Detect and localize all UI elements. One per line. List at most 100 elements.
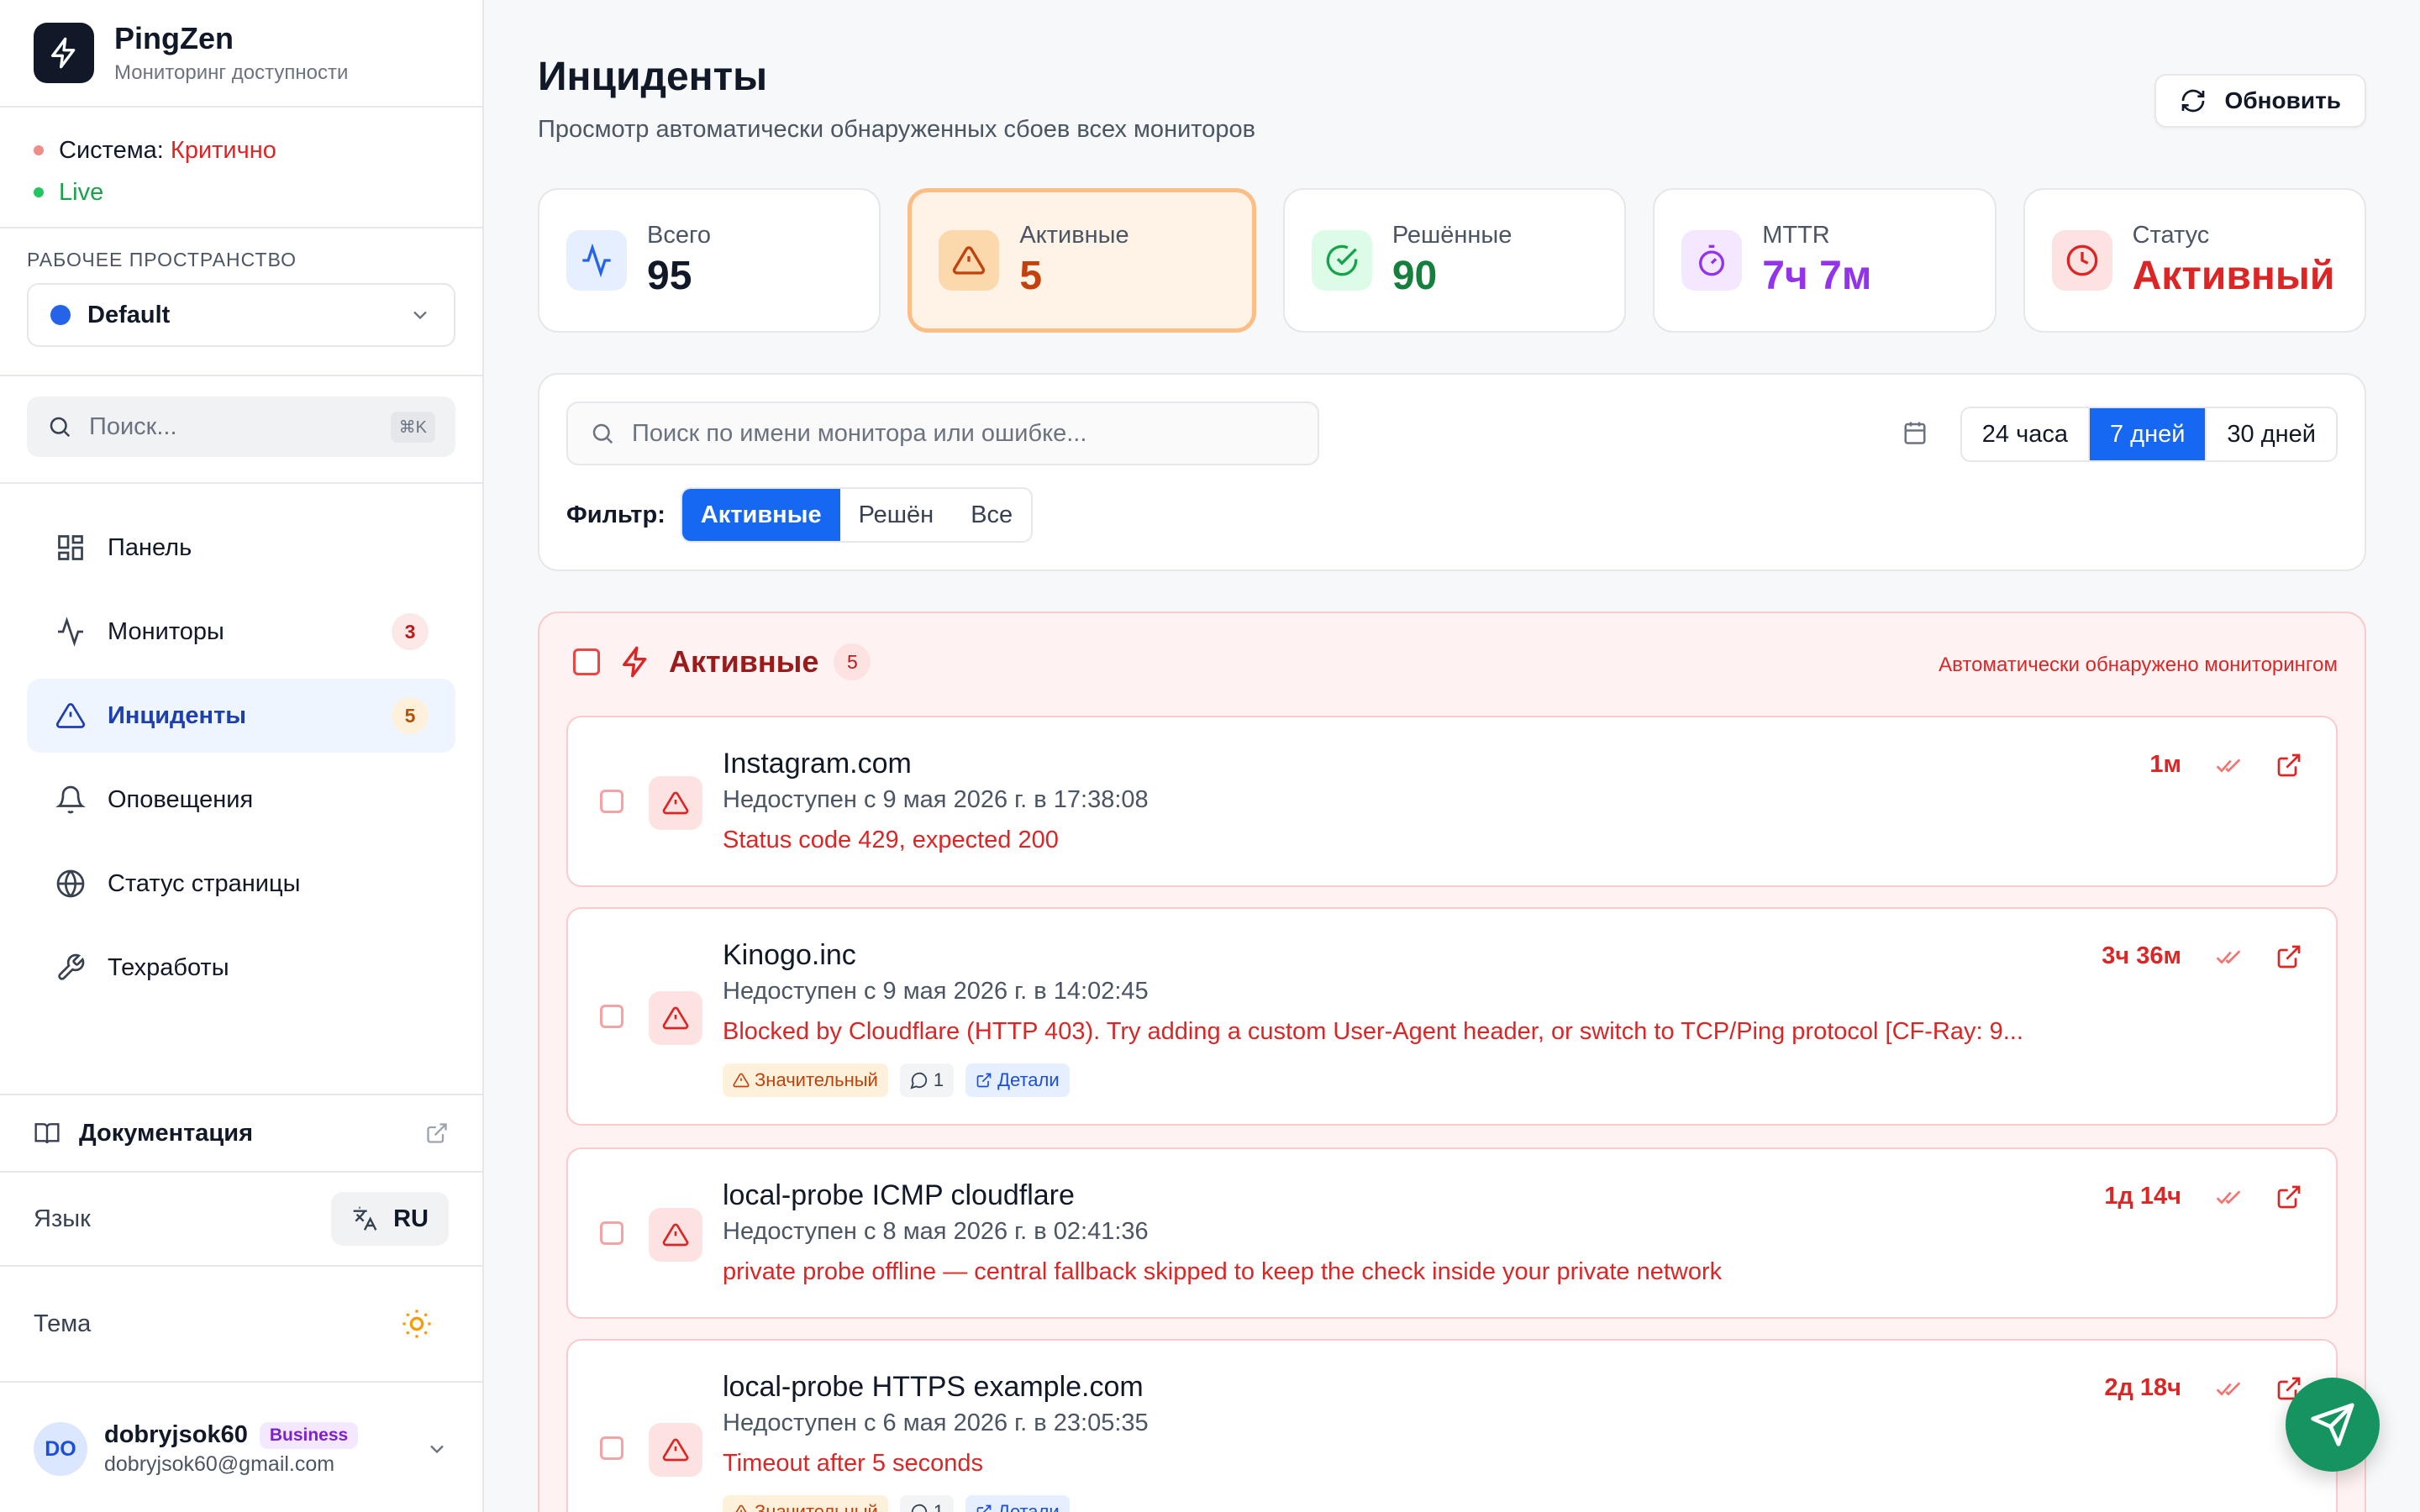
double-check-icon[interactable]: [2215, 752, 2242, 779]
incident-monitor-name: local-probe HTTPS example.com: [723, 1371, 1144, 1403]
incident-since: Недоступен с 6 мая 2026 г. в 23:05:35: [723, 1410, 1149, 1436]
incident-checkbox[interactable]: [600, 1436, 623, 1460]
details-link[interactable]: Детали: [965, 1063, 1070, 1097]
time-range-selector: 24 часа 7 дней 30 дней: [1960, 407, 2338, 462]
dashboard-icon: [54, 531, 87, 564]
globe-icon: [54, 867, 87, 900]
sun-icon[interactable]: [400, 1307, 434, 1341]
double-check-icon[interactable]: [2215, 1375, 2242, 1402]
bolt-icon: [623, 646, 647, 678]
double-check-icon[interactable]: [2215, 943, 2242, 970]
nav-item-dashboard[interactable]: Панель: [27, 511, 455, 585]
docs-link[interactable]: Документация: [0, 1094, 482, 1171]
monitors-count-badge: 3: [392, 613, 429, 650]
comment-icon: [911, 1504, 927, 1512]
group-note: Автоматически обнаружено мониторингом: [1939, 654, 2338, 676]
incident-search-input[interactable]: Поиск по имени монитора или ошибке...: [566, 402, 1319, 465]
external-link-icon: [427, 1123, 447, 1143]
external-link-icon[interactable]: [2275, 943, 2302, 970]
incident-card[interactable]: local-probe HTTPS example.com Недоступен…: [566, 1339, 2338, 1512]
nav-label: Панель: [108, 533, 192, 561]
nav-item-maintenance[interactable]: Техработы: [27, 931, 455, 1005]
stat-label: Активные: [1019, 222, 1129, 249]
incident-error: Blocked by Cloudflare (HTTP 403). Try ad…: [723, 1018, 2023, 1045]
translate-icon: [353, 1206, 377, 1231]
bolt-icon: [34, 23, 94, 83]
clock-icon: [2051, 230, 2112, 291]
incident-card[interactable]: Instagram.com Недоступен с 9 мая 2026 г.…: [566, 716, 2338, 887]
page-subtitle: Просмотр автоматически обнаруженных сбое…: [538, 116, 1256, 143]
brand[interactable]: PingZen Мониторинг доступности: [0, 0, 482, 108]
live-dot-icon: [34, 187, 44, 197]
incident-checkbox[interactable]: [600, 790, 623, 813]
severity-label: Значительный: [755, 1501, 878, 1512]
plan-badge: Business: [259, 1421, 359, 1449]
workspace-select[interactable]: Default: [27, 283, 455, 347]
user-menu[interactable]: DO dobryjsok60 Business dobryjsok60@gmai…: [0, 1381, 482, 1512]
range-30d[interactable]: 30 дней: [2205, 408, 2336, 460]
incidents-count-badge: 5: [392, 697, 429, 734]
comments-count: 1: [933, 1501, 944, 1512]
incident-card[interactable]: local-probe ICMP cloudflare Недоступен с…: [566, 1147, 2338, 1319]
timer-icon: [1681, 230, 1743, 291]
filter-active[interactable]: Активные: [681, 489, 840, 541]
workspace-value: Default: [87, 301, 171, 328]
filters-panel: Поиск по имени монитора или ошибке... 24…: [538, 373, 2366, 571]
comments-badge[interactable]: 1: [899, 1063, 955, 1097]
workspace-label: РАБОЧЕЕ ПРОСТРАНСТВО: [27, 249, 297, 270]
incident-checkbox[interactable]: [600, 1221, 623, 1245]
select-all-checkbox[interactable]: [573, 648, 600, 675]
warning-icon: [649, 1423, 702, 1477]
incident-actions: 1м: [2149, 751, 2302, 779]
language-label: Язык: [34, 1205, 91, 1232]
stat-card-active[interactable]: Активные 5: [908, 188, 1256, 333]
language-button[interactable]: RU: [331, 1192, 449, 1246]
details-label: Детали: [997, 1501, 1060, 1512]
telegram-chat-button[interactable]: [2286, 1378, 2380, 1472]
range-24h[interactable]: 24 часа: [1962, 408, 2088, 460]
incident-actions: 2д 18ч: [2104, 1374, 2302, 1402]
search-icon: [50, 417, 71, 438]
external-link-icon[interactable]: [2275, 752, 2302, 779]
sidebar-search-placeholder: Поиск...: [89, 412, 177, 440]
incident-card[interactable]: Kinogo.inc Недоступен с 9 мая 2026 г. в …: [566, 907, 2338, 1126]
incident-checkbox[interactable]: [600, 1005, 623, 1028]
external-link-icon[interactable]: [2275, 1184, 2302, 1210]
stat-card-resolved: Решённые 90: [1282, 188, 1627, 333]
user-name: dobryjsok60: [104, 1421, 248, 1448]
refresh-button[interactable]: Обновить: [2154, 74, 2366, 128]
nav-label: Техработы: [108, 953, 229, 981]
group-count-badge: 5: [834, 643, 871, 680]
main-content: Инциденты Просмотр автоматически обнаруж…: [484, 0, 2420, 1512]
nav-item-incidents[interactable]: Инциденты 5: [27, 679, 455, 753]
status-dot-icon: [34, 145, 44, 155]
nav-item-alerts[interactable]: Оповещения: [27, 763, 455, 837]
avatar: DO: [34, 1422, 87, 1476]
details-link[interactable]: Детали: [965, 1495, 1070, 1512]
comments-badge[interactable]: 1: [899, 1495, 955, 1512]
incident-tags: Значительный 1 Детали: [723, 1495, 1070, 1512]
sidebar-search-input[interactable]: Поиск... ⌘K: [27, 396, 455, 457]
activity-icon: [566, 230, 627, 291]
double-check-icon[interactable]: [2215, 1184, 2242, 1210]
incident-since: Недоступен с 9 мая 2026 г. в 17:38:08: [723, 786, 1149, 813]
nav-label: Оповещения: [108, 785, 254, 813]
stat-value: 95: [647, 254, 692, 298]
sidebar-footer: Документация Язык RU Тема DO dobryjsok60…: [0, 1094, 482, 1512]
severity-badge: Значительный: [723, 1063, 888, 1097]
incident-error: Status code 429, expected 200: [723, 827, 1059, 853]
nav-label: Инциденты: [108, 701, 247, 729]
filter-all[interactable]: Все: [952, 489, 1031, 541]
book-icon: [34, 1123, 60, 1144]
status-filter: Фильтр: Активные Решён Все: [566, 487, 1034, 543]
nav-item-status-page[interactable]: Статус страницы: [27, 847, 455, 921]
range-7d[interactable]: 7 дней: [2087, 408, 2206, 460]
nav-item-monitors[interactable]: Мониторы 3: [27, 595, 455, 669]
system-label: Система:: [59, 136, 164, 164]
warning-icon: [733, 1073, 750, 1088]
active-incidents-group: Активные 5 Автоматически обнаружено мони…: [538, 612, 2366, 1512]
activity-icon: [54, 615, 87, 648]
filter-resolved[interactable]: Решён: [840, 489, 953, 541]
incident-age: 2д 18ч: [2104, 1374, 2181, 1401]
stat-label: MTTR: [1762, 222, 1830, 249]
